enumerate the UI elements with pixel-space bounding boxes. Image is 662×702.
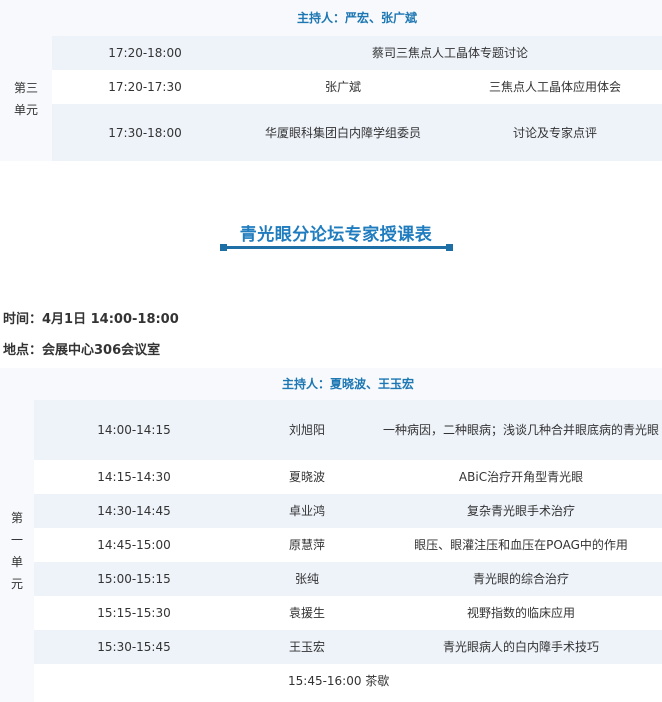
section1-row6-topic: 视野指数的临床应用: [466, 606, 575, 620]
section1-row1-time: 14:00-14:15: [97, 423, 171, 437]
section1-row7-topic: 青光眼病人的白内障手术技巧: [442, 640, 599, 654]
section1-row5-time: 15:00-15:15: [97, 572, 171, 586]
title-underline-dot-right: [446, 244, 453, 251]
section1-unit-char: 单: [10, 555, 23, 569]
section1-break-text: 15:45-16:00 茶歇: [288, 674, 390, 688]
section3-row1-topic: 蔡司三焦点人工晶体专题讨论: [371, 46, 528, 60]
section1-row5-topic: 青光眼的综合治疗: [472, 572, 569, 586]
section1-row1-speaker: 刘旭阳: [288, 423, 325, 437]
forum-time: 时间：4月1日 14:00-18:00: [3, 312, 179, 327]
section1-row6-speaker: 袁援生: [288, 606, 325, 620]
section3-host: 主持人：严宏、张广斌: [296, 11, 417, 25]
section3-row3-topic: 讨论及专家点评: [512, 125, 597, 140]
section1-row4-speaker: 原慧萍: [288, 538, 325, 552]
section1-unit-char: 元: [10, 577, 23, 591]
title-underline-dot-left: [220, 244, 227, 251]
section1-row2-topic: ABiC治疗开角型青光眼: [458, 470, 584, 484]
section1-row2-time: 14:15-14:30: [97, 470, 171, 484]
section1-row2-speaker: 夏晓波: [288, 470, 325, 484]
section3-row2-speaker: 张广斌: [324, 80, 361, 94]
forum-title: 青光眼分论坛专家授课表: [239, 225, 433, 245]
section1-row3-time: 14:30-14:45: [97, 504, 171, 518]
section3-unit-label: 第三 单元: [0, 36, 52, 161]
forum-place: 地点：会展中心306会议室: [3, 343, 161, 358]
section1-row6-time: 15:15-15:30: [97, 606, 171, 620]
section1-row7-time: 15:30-15:45: [97, 640, 171, 654]
section1-row3-speaker: 卓业鸿: [288, 504, 325, 518]
section1-row3-topic: 复杂青光眼手术治疗: [466, 504, 575, 518]
section3-row2-topic: 三焦点人工晶体应用体会: [488, 80, 621, 94]
section3-row1-time: 17:20-18:00: [108, 46, 182, 60]
title-underline: [223, 246, 450, 249]
section1-host: 主持人：夏晓波、王玉宏: [281, 377, 414, 391]
section1-row5-speaker: 张纯: [294, 572, 319, 586]
section3-row3-speaker: 华厦眼科集团白内障学组委员: [264, 125, 421, 140]
section1-row4-time: 14:45-15:00: [97, 538, 171, 552]
section3-row2-time: 17:20-17:30: [108, 80, 182, 94]
section3-row3-time: 17:30-18:00: [108, 125, 182, 140]
section1-row4-topic: 眼压、眼灌注压和血压在POAG中的作用: [414, 538, 628, 552]
section1-unit-char: 一: [10, 533, 23, 547]
section1-unit-char: 第: [10, 511, 23, 525]
section1-row1-topic: 一种病因，二种眼病；浅谈几种合并眼底病的青光眼: [383, 423, 660, 437]
section1-unit-label: 第 一 单 元: [0, 400, 34, 702]
section3-unit-line1: 第三: [13, 80, 38, 95]
section1-row7-speaker: 王玉宏: [288, 640, 325, 654]
section3-unit-line2: 单元: [13, 102, 38, 117]
